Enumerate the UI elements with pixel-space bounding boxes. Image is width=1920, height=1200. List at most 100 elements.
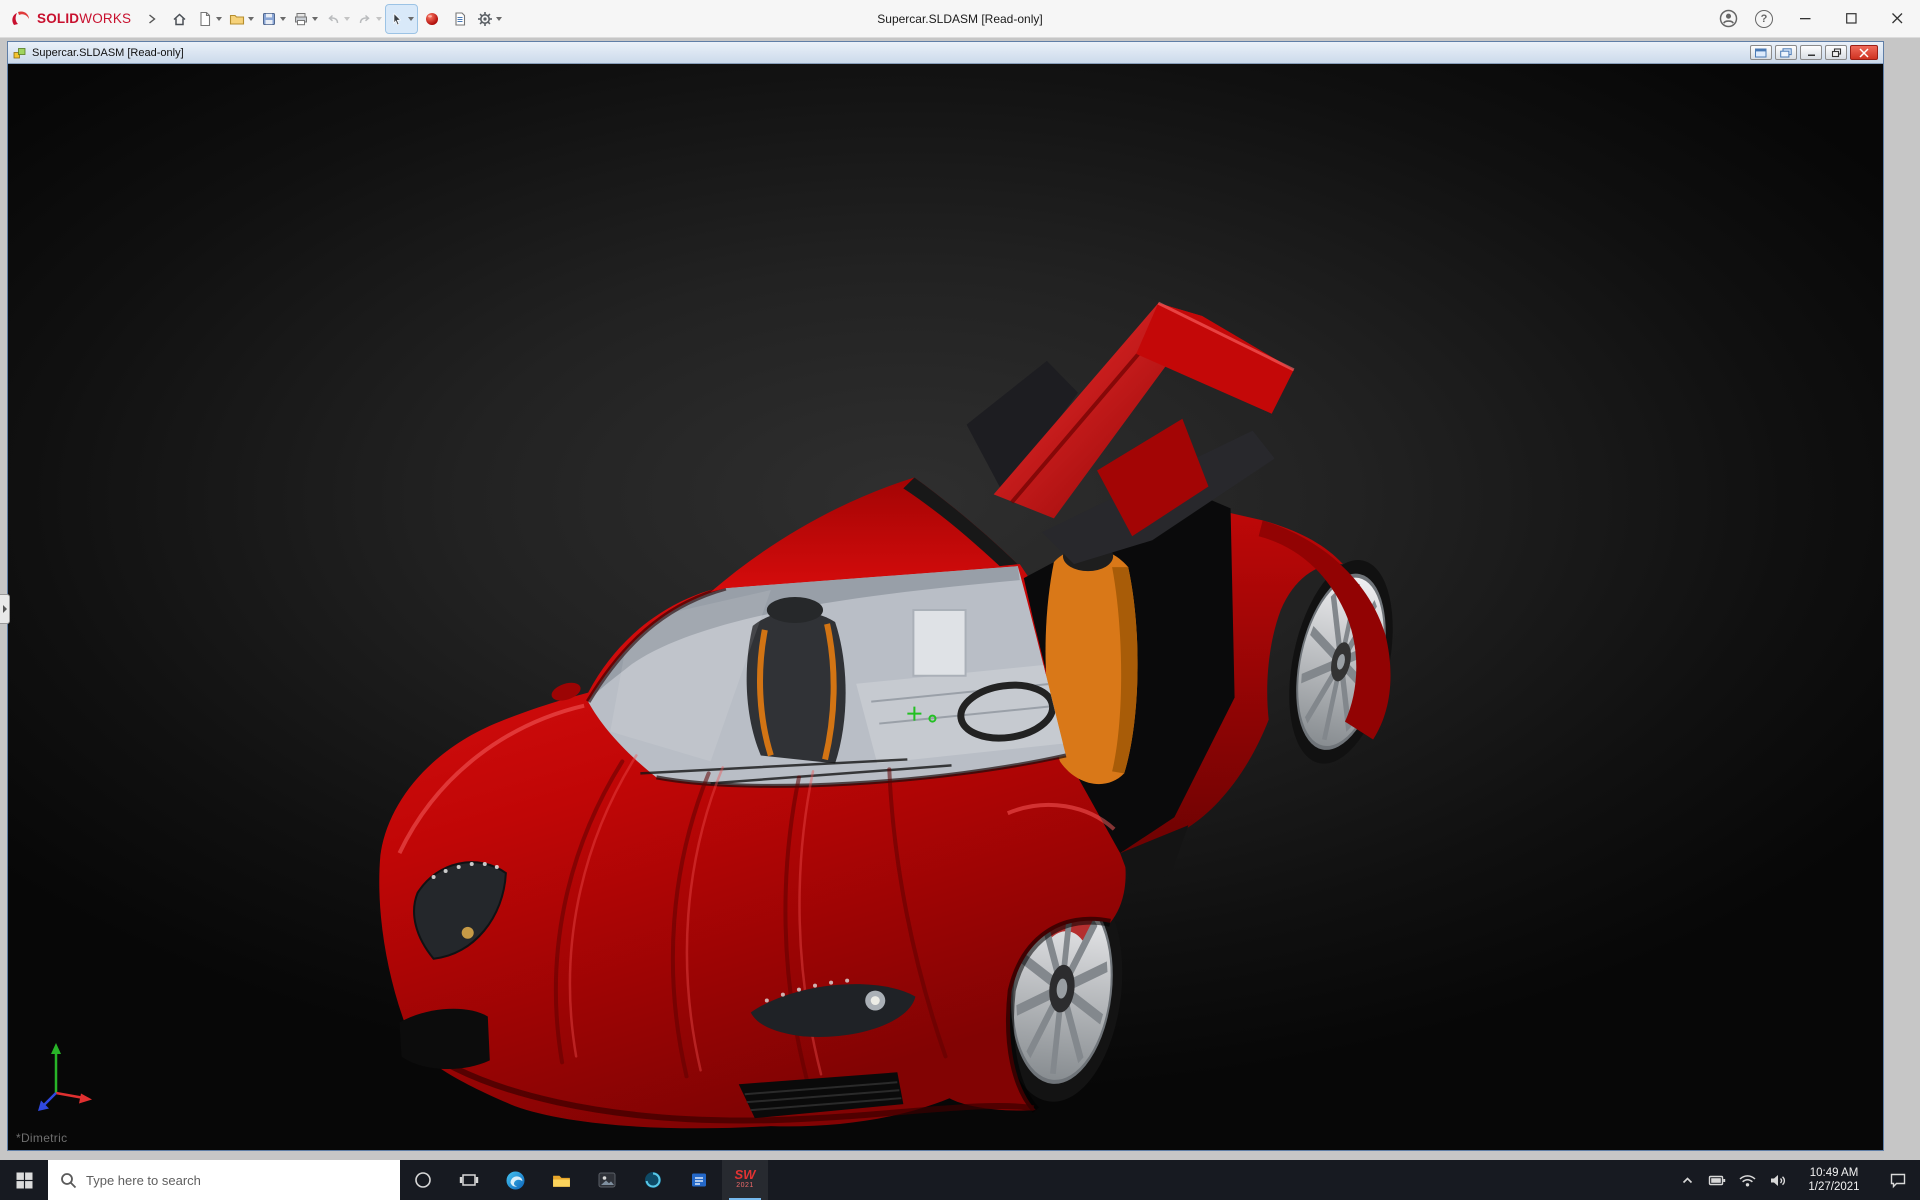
search-input[interactable] bbox=[86, 1173, 400, 1188]
cascade-window-button[interactable] bbox=[1775, 45, 1797, 60]
chevron-up-icon bbox=[1680, 1173, 1695, 1188]
options-button[interactable] bbox=[474, 5, 505, 33]
panel-expand-arrow-icon bbox=[3, 605, 7, 613]
open-folder-icon bbox=[229, 11, 245, 27]
person-icon bbox=[1719, 9, 1738, 28]
print-button[interactable] bbox=[290, 5, 321, 33]
account-button[interactable] bbox=[1710, 0, 1746, 37]
action-center-icon bbox=[1889, 1171, 1907, 1189]
home-button[interactable] bbox=[166, 5, 193, 33]
volume-button[interactable] bbox=[1762, 1160, 1792, 1200]
app-client-area: Supercar.SLDASM [Read-only] bbox=[0, 38, 1920, 1160]
save-dropdown-caret[interactable] bbox=[280, 17, 286, 21]
volume-icon bbox=[1768, 1171, 1787, 1190]
start-button[interactable] bbox=[0, 1160, 48, 1200]
document-window-controls bbox=[1750, 45, 1878, 60]
file-explorer-button[interactable] bbox=[538, 1160, 584, 1200]
view-orientation-label: *Dimetric bbox=[16, 1131, 67, 1145]
select-tool-button[interactable] bbox=[386, 5, 417, 33]
minimize-icon bbox=[1800, 13, 1811, 24]
doc-restore-button[interactable] bbox=[1825, 45, 1847, 60]
action-center-button[interactable] bbox=[1876, 1160, 1920, 1200]
start-windows-icon bbox=[16, 1172, 33, 1189]
maximize-icon bbox=[1846, 13, 1857, 24]
brand-solid: SOLID bbox=[37, 11, 79, 26]
new-document-button[interactable] bbox=[194, 5, 225, 33]
app-toolbar: SOLIDWORKS bbox=[0, 0, 505, 37]
orientation-triad[interactable] bbox=[34, 1037, 98, 1120]
swirl-app-button[interactable] bbox=[630, 1160, 676, 1200]
file-properties-button[interactable] bbox=[446, 5, 473, 33]
gear-icon bbox=[477, 11, 493, 27]
featuremanager-collapsed-tab[interactable] bbox=[0, 594, 10, 624]
help-button[interactable]: ? bbox=[1746, 0, 1782, 37]
task-view-button[interactable] bbox=[446, 1160, 492, 1200]
battery-icon bbox=[1708, 1171, 1727, 1190]
wifi-icon bbox=[1738, 1171, 1757, 1190]
undo-dropdown-caret[interactable] bbox=[344, 17, 350, 21]
taskbar-clock[interactable]: 10:49 AM 1/27/2021 bbox=[1792, 1160, 1876, 1200]
viewport-3d[interactable]: *Dimetric bbox=[8, 64, 1883, 1150]
redo-dropdown-caret[interactable] bbox=[376, 17, 382, 21]
help-icon: ? bbox=[1755, 10, 1773, 28]
edge-button[interactable] bbox=[492, 1160, 538, 1200]
media-app-icon bbox=[597, 1170, 617, 1190]
network-button[interactable] bbox=[1732, 1160, 1762, 1200]
tile-window-icon bbox=[1755, 48, 1767, 58]
assembly-document-icon bbox=[13, 46, 27, 60]
tile-window-button[interactable] bbox=[1750, 45, 1772, 60]
doc-minimize-button[interactable] bbox=[1800, 45, 1822, 60]
media-app-button[interactable] bbox=[584, 1160, 630, 1200]
select-arrow-icon bbox=[389, 11, 405, 27]
tray-overflow-button[interactable] bbox=[1672, 1160, 1702, 1200]
redo-button[interactable] bbox=[354, 5, 385, 33]
dassault-systemes-logo-icon bbox=[10, 9, 32, 29]
taskbar-search[interactable] bbox=[48, 1160, 400, 1200]
3dexperience-button[interactable] bbox=[418, 5, 445, 33]
open-dropdown-caret[interactable] bbox=[248, 17, 254, 21]
select-dropdown-caret[interactable] bbox=[408, 17, 414, 21]
swirl-app-icon bbox=[643, 1170, 663, 1190]
red-sphere-icon bbox=[424, 11, 440, 27]
doc-close-button[interactable] bbox=[1850, 45, 1878, 60]
system-tray: 10:49 AM 1/27/2021 bbox=[1672, 1160, 1920, 1200]
taskbar: SW 2021 bbox=[0, 1160, 1920, 1200]
help-glyph: ? bbox=[1761, 13, 1768, 25]
document-title: Supercar.SLDASM [Read-only] bbox=[32, 47, 184, 59]
document-window: Supercar.SLDASM [Read-only] bbox=[7, 41, 1884, 1151]
doc-restore-icon bbox=[1831, 48, 1842, 58]
doc-minimize-icon bbox=[1806, 48, 1817, 57]
task-view-icon bbox=[459, 1170, 479, 1190]
undo-button[interactable] bbox=[322, 5, 353, 33]
solidworks-2021-button[interactable]: SW 2021 bbox=[722, 1160, 768, 1200]
cortana-button[interactable] bbox=[400, 1160, 446, 1200]
open-button[interactable] bbox=[226, 5, 257, 33]
sw-badge-letters: SW bbox=[735, 1170, 756, 1180]
app-minimize-button[interactable] bbox=[1782, 0, 1828, 37]
clock-time: 10:49 AM bbox=[1810, 1166, 1859, 1180]
doc-close-icon bbox=[1859, 48, 1869, 58]
app-close-button[interactable] bbox=[1874, 0, 1920, 37]
new-document-dropdown-caret[interactable] bbox=[216, 17, 222, 21]
supercar-3d-model[interactable] bbox=[8, 64, 1883, 1150]
brand-text: SOLIDWORKS bbox=[37, 11, 131, 26]
print-icon bbox=[293, 11, 309, 27]
app-titlebar[interactable]: SOLIDWORKS bbox=[0, 0, 1920, 38]
battery-button[interactable] bbox=[1702, 1160, 1732, 1200]
options-dropdown-caret[interactable] bbox=[496, 17, 502, 21]
edge-icon bbox=[505, 1170, 526, 1191]
app-titlebar-right: ? bbox=[1710, 0, 1920, 37]
file-explorer-icon bbox=[551, 1170, 572, 1191]
blue-window-app-button[interactable] bbox=[676, 1160, 722, 1200]
cascade-window-icon bbox=[1780, 48, 1792, 58]
document-titlebar[interactable]: Supercar.SLDASM [Read-only] bbox=[8, 42, 1883, 64]
cortana-icon bbox=[413, 1170, 433, 1190]
home-icon bbox=[171, 11, 188, 27]
print-dropdown-caret[interactable] bbox=[312, 17, 318, 21]
save-button[interactable] bbox=[258, 5, 289, 33]
expand-menu-button[interactable] bbox=[138, 5, 165, 33]
search-icon bbox=[60, 1172, 77, 1189]
solidworks-logo[interactable]: SOLIDWORKS bbox=[10, 9, 131, 29]
expand-arrow-icon bbox=[148, 14, 156, 24]
app-maximize-button[interactable] bbox=[1828, 0, 1874, 37]
